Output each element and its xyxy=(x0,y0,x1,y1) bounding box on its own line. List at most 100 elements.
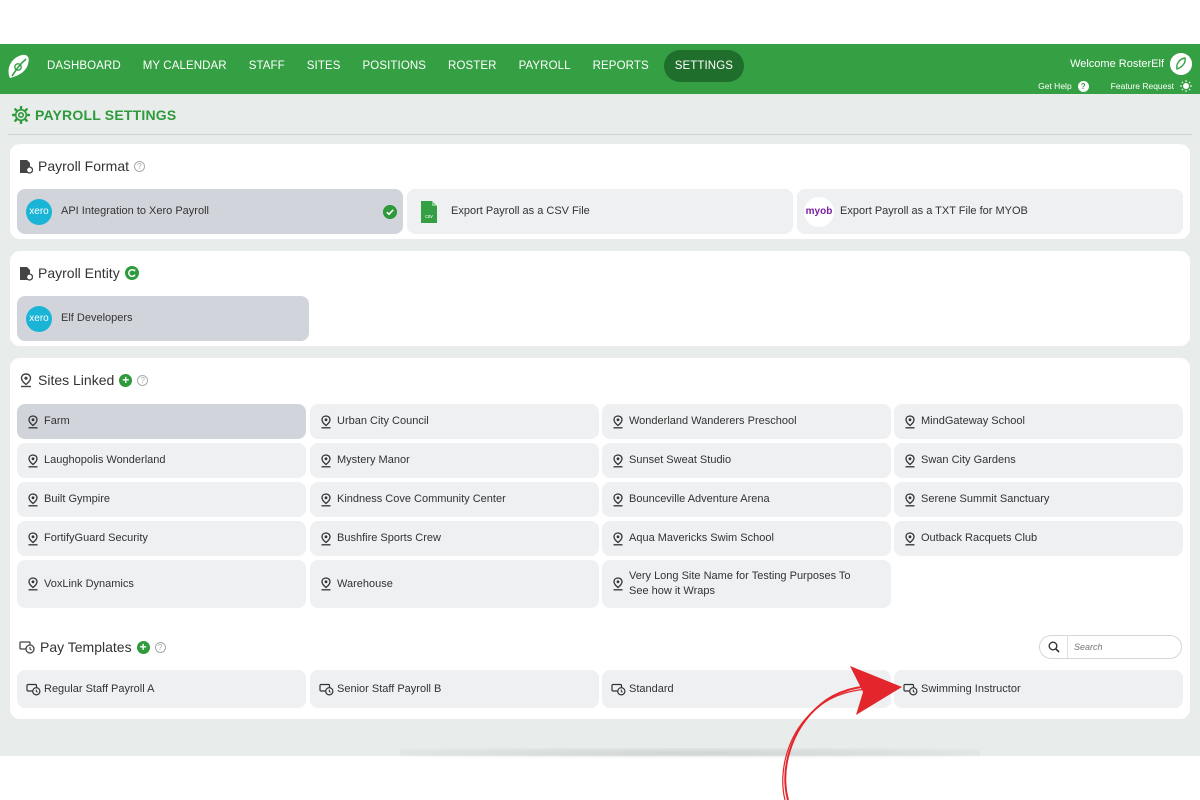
site-card[interactable]: Outback Racquets Club xyxy=(894,521,1183,556)
add-template-icon[interactable]: + xyxy=(136,640,150,654)
nav-payroll[interactable]: PAYROLL xyxy=(508,50,582,82)
format-option-myob[interactable]: myob Export Payroll as a TXT File for MY… xyxy=(797,189,1183,234)
nav-staff[interactable]: STAFF xyxy=(238,50,296,82)
money-clock-icon xyxy=(19,641,35,654)
site-name: Aqua Mavericks Swim School xyxy=(629,532,774,544)
site-name: Farm xyxy=(44,415,70,427)
nav-sites[interactable]: SITES xyxy=(296,50,352,82)
settings-content: PAYROLL SETTINGS Payroll Format ? xero A… xyxy=(0,94,1200,758)
site-name: Outback Racquets Club xyxy=(921,532,1038,544)
site-card[interactable]: Swan City Gardens xyxy=(894,443,1183,478)
payroll-entity-panel: Payroll Entity xero Elf Developers xyxy=(10,251,1190,346)
site-card[interactable]: Built Gympire xyxy=(17,482,306,517)
map-pin-icon xyxy=(904,453,916,468)
pay-template-card[interactable]: Standard xyxy=(602,670,891,708)
refresh-icon[interactable] xyxy=(124,266,139,280)
lightbulb-icon[interactable] xyxy=(1180,80,1192,92)
site-card[interactable]: MindGateway School xyxy=(894,404,1183,439)
help-row: Get Help ? Feature Request xyxy=(1038,80,1192,92)
site-card[interactable]: Wonderland Wanderers Preschool xyxy=(602,404,891,439)
site-card[interactable]: Urban City Council xyxy=(310,404,599,439)
site-card[interactable]: Farm xyxy=(17,404,306,439)
site-name: Built Gympire xyxy=(44,493,111,505)
map-pin-icon xyxy=(20,372,32,387)
rosterelf-logo-icon[interactable] xyxy=(4,52,32,82)
nav-my-calendar[interactable]: MY CALENDAR xyxy=(132,50,238,82)
format-option-label: Export Payroll as a CSV File xyxy=(451,205,590,217)
feature-request-link[interactable]: Feature Request xyxy=(1111,81,1174,91)
bottom-shadow xyxy=(400,748,980,758)
pay-template-name: Regular Staff Payroll A xyxy=(44,682,155,695)
format-option-xero[interactable]: xero API Integration to Xero Payroll xyxy=(17,189,403,234)
site-card[interactable]: Laughopolis Wonderland xyxy=(17,443,306,478)
site-card[interactable]: Bushfire Sports Crew xyxy=(310,521,599,556)
map-pin-icon xyxy=(612,531,624,546)
pay-template-name: Swimming Instructor xyxy=(921,682,1021,695)
site-card[interactable]: VoxLink Dynamics xyxy=(17,560,306,608)
site-name: Bounceville Adventure Arena xyxy=(629,493,770,505)
site-card[interactable]: Kindness Cove Community Center xyxy=(310,482,599,517)
pay-template-name: Senior Staff Payroll B xyxy=(337,682,442,695)
search-icon[interactable] xyxy=(1040,636,1068,658)
map-pin-icon xyxy=(27,531,39,546)
pay-template-card[interactable]: Swimming Instructor xyxy=(894,670,1183,708)
site-card[interactable]: Aqua Mavericks Swim School xyxy=(602,521,891,556)
site-card[interactable]: Serene Summit Sanctuary xyxy=(894,482,1183,517)
header-divider xyxy=(8,134,1192,135)
document-gear-icon xyxy=(20,159,33,174)
nav-reports[interactable]: REPORTS xyxy=(582,50,660,82)
map-pin-icon xyxy=(320,492,332,507)
nav-roster[interactable]: ROSTER xyxy=(437,50,508,82)
site-card[interactable]: Sunset Sweat Studio xyxy=(602,443,891,478)
entity-xero-card[interactable]: xero Elf Developers xyxy=(17,296,309,341)
map-pin-icon xyxy=(27,577,39,591)
payroll-entity-title: Payroll Entity xyxy=(38,265,120,281)
map-pin-icon xyxy=(904,492,916,507)
payroll-format-panel: Payroll Format ? xero API Integration to… xyxy=(10,144,1190,239)
site-card[interactable]: Bounceville Adventure Arena xyxy=(602,482,891,517)
svg-text:csv: csv xyxy=(425,214,433,220)
site-card[interactable]: Warehouse xyxy=(310,560,599,608)
page-title: PAYROLL SETTINGS xyxy=(35,107,177,123)
site-name: Serene Summit Sanctuary xyxy=(921,493,1050,505)
money-clock-icon xyxy=(903,683,918,696)
site-card[interactable]: Mystery Manor xyxy=(310,443,599,478)
format-option-csv[interactable]: csv Export Payroll as a CSV File xyxy=(407,189,793,234)
money-clock-icon xyxy=(319,683,334,696)
help-question-icon[interactable]: ? xyxy=(1077,80,1089,92)
pay-template-card[interactable]: Regular Staff Payroll A xyxy=(17,670,306,708)
site-name: FortifyGuard Security xyxy=(44,532,148,544)
add-site-icon[interactable]: + xyxy=(119,373,133,387)
pay-templates-panel: Pay Templates + ? Regular Staff Payroll … xyxy=(10,625,1190,719)
info-icon[interactable]: ? xyxy=(134,160,146,172)
pay-templates-title: Pay Templates xyxy=(40,639,132,655)
pay-template-card[interactable]: Senior Staff Payroll B xyxy=(310,670,599,708)
template-search-input[interactable] xyxy=(1068,642,1168,652)
map-pin-icon xyxy=(27,453,39,468)
map-pin-icon xyxy=(320,453,332,468)
nav-positions[interactable]: POSITIONS xyxy=(352,50,438,82)
site-name: Very Long Site Name for Testing Purposes… xyxy=(629,570,851,597)
payroll-entity-heading: Payroll Entity xyxy=(19,265,139,281)
info-icon[interactable]: ? xyxy=(154,641,166,653)
xero-logo-icon: xero xyxy=(26,198,52,225)
nav-dashboard[interactable]: DASHBOARD xyxy=(36,50,132,82)
user-avatar-icon[interactable] xyxy=(1170,53,1192,75)
map-pin-icon xyxy=(904,531,916,546)
site-card[interactable]: Very Long Site Name for Testing Purposes… xyxy=(602,560,891,608)
nav-settings[interactable]: SETTINGS xyxy=(663,50,745,82)
info-icon[interactable]: ? xyxy=(137,374,149,386)
pay-templates-heading: Pay Templates + ? xyxy=(19,639,166,655)
site-card[interactable]: FortifyGuard Security xyxy=(17,521,306,556)
map-pin-icon xyxy=(27,414,39,429)
get-help-link[interactable]: Get Help xyxy=(1038,81,1072,91)
site-name: Bushfire Sports Crew xyxy=(337,532,441,544)
site-name: Sunset Sweat Studio xyxy=(629,454,732,466)
map-pin-icon xyxy=(612,453,624,468)
csv-file-icon: csv xyxy=(421,200,437,223)
sites-linked-heading: Sites Linked + ? xyxy=(19,372,149,388)
map-pin-icon xyxy=(320,414,332,429)
pay-template-name: Standard xyxy=(629,682,674,695)
top-navbar: DASHBOARD MY CALENDAR STAFF SITES POSITIONS R… xyxy=(0,44,1200,94)
payroll-format-title: Payroll Format xyxy=(38,158,130,174)
